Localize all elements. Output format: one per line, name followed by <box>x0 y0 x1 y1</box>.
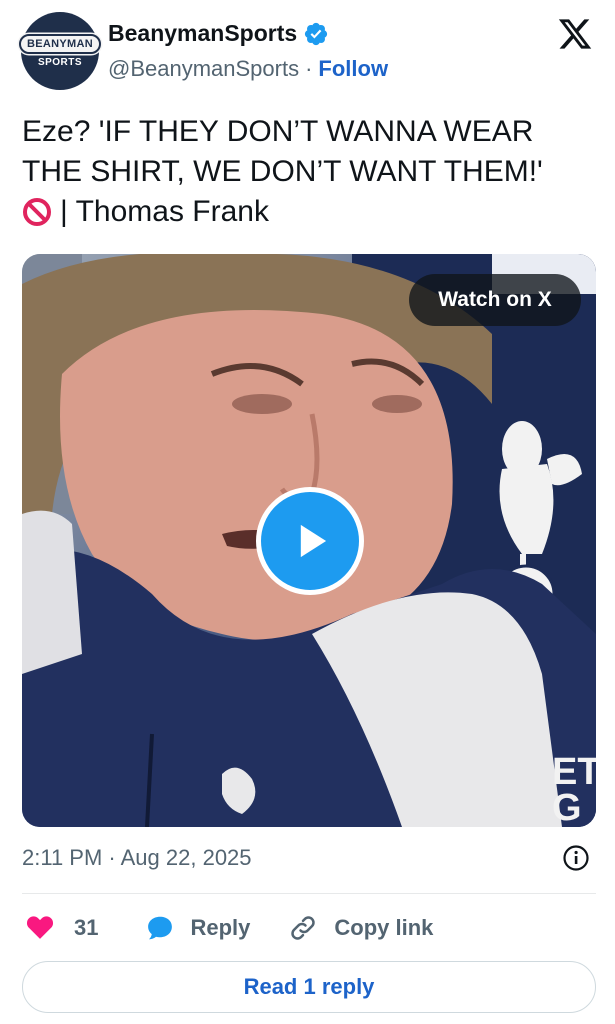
link-icon <box>288 913 318 943</box>
author-name-row: BeanymanSports <box>108 20 329 47</box>
watch-on-x-button[interactable]: Watch on X <box>409 274 581 326</box>
tweet-text-line: Eze? 'IF THEY DON’T WANNA WEAR <box>22 115 534 148</box>
tweet-text-attribution: | Thomas Frank <box>60 195 269 228</box>
avatar-logo-subtext: SPORTS <box>37 57 83 68</box>
info-icon[interactable] <box>562 844 590 872</box>
copy-link-button[interactable]: Copy link <box>288 913 433 943</box>
divider <box>22 893 596 894</box>
play-button[interactable] <box>256 487 364 595</box>
like-button[interactable]: 31 <box>24 913 98 943</box>
tweet-text-line: THE SHIRT, WE DON’T WANT THEM!' <box>22 155 543 188</box>
read-replies-button[interactable]: Read 1 reply <box>22 961 596 1013</box>
display-name[interactable]: BeanymanSports <box>108 20 297 47</box>
reply-label: Reply <box>190 915 251 940</box>
like-count: 31 <box>74 915 99 940</box>
avatar[interactable]: BEANYMAN SPORTS <box>19 12 101 90</box>
follow-button[interactable]: Follow <box>318 56 388 82</box>
verified-badge-icon <box>303 21 329 47</box>
avatar-logo-text: BEANYMAN <box>19 34 101 54</box>
tweet-card: BEANYMAN SPORTS BeanymanSports @Beanyman… <box>0 0 615 1024</box>
tweet-text-line: | Thomas Frank <box>22 192 597 232</box>
handle-row: @BeanymanSports · Follow <box>108 56 388 82</box>
heart-icon <box>24 913 56 943</box>
tweet-text: Eze? 'IF THEY DON’T WANNA WEAR THE SHIRT… <box>22 112 597 232</box>
handle[interactable]: @BeanymanSports <box>108 56 299 82</box>
tweet-timestamp[interactable]: 2:11 PM · Aug 22, 2025 <box>22 845 252 871</box>
x-logo-icon[interactable] <box>556 16 594 52</box>
copy-link-label: Copy link <box>334 915 434 940</box>
play-icon <box>300 524 327 558</box>
video-backdrop-text: ET G <box>552 751 596 827</box>
action-bar: 31 Reply Copy link <box>24 908 433 948</box>
no-entry-icon <box>22 197 52 227</box>
reply-bubble-icon <box>144 913 176 943</box>
reply-button[interactable]: Reply <box>144 913 250 943</box>
handle-separator: · <box>305 56 313 81</box>
